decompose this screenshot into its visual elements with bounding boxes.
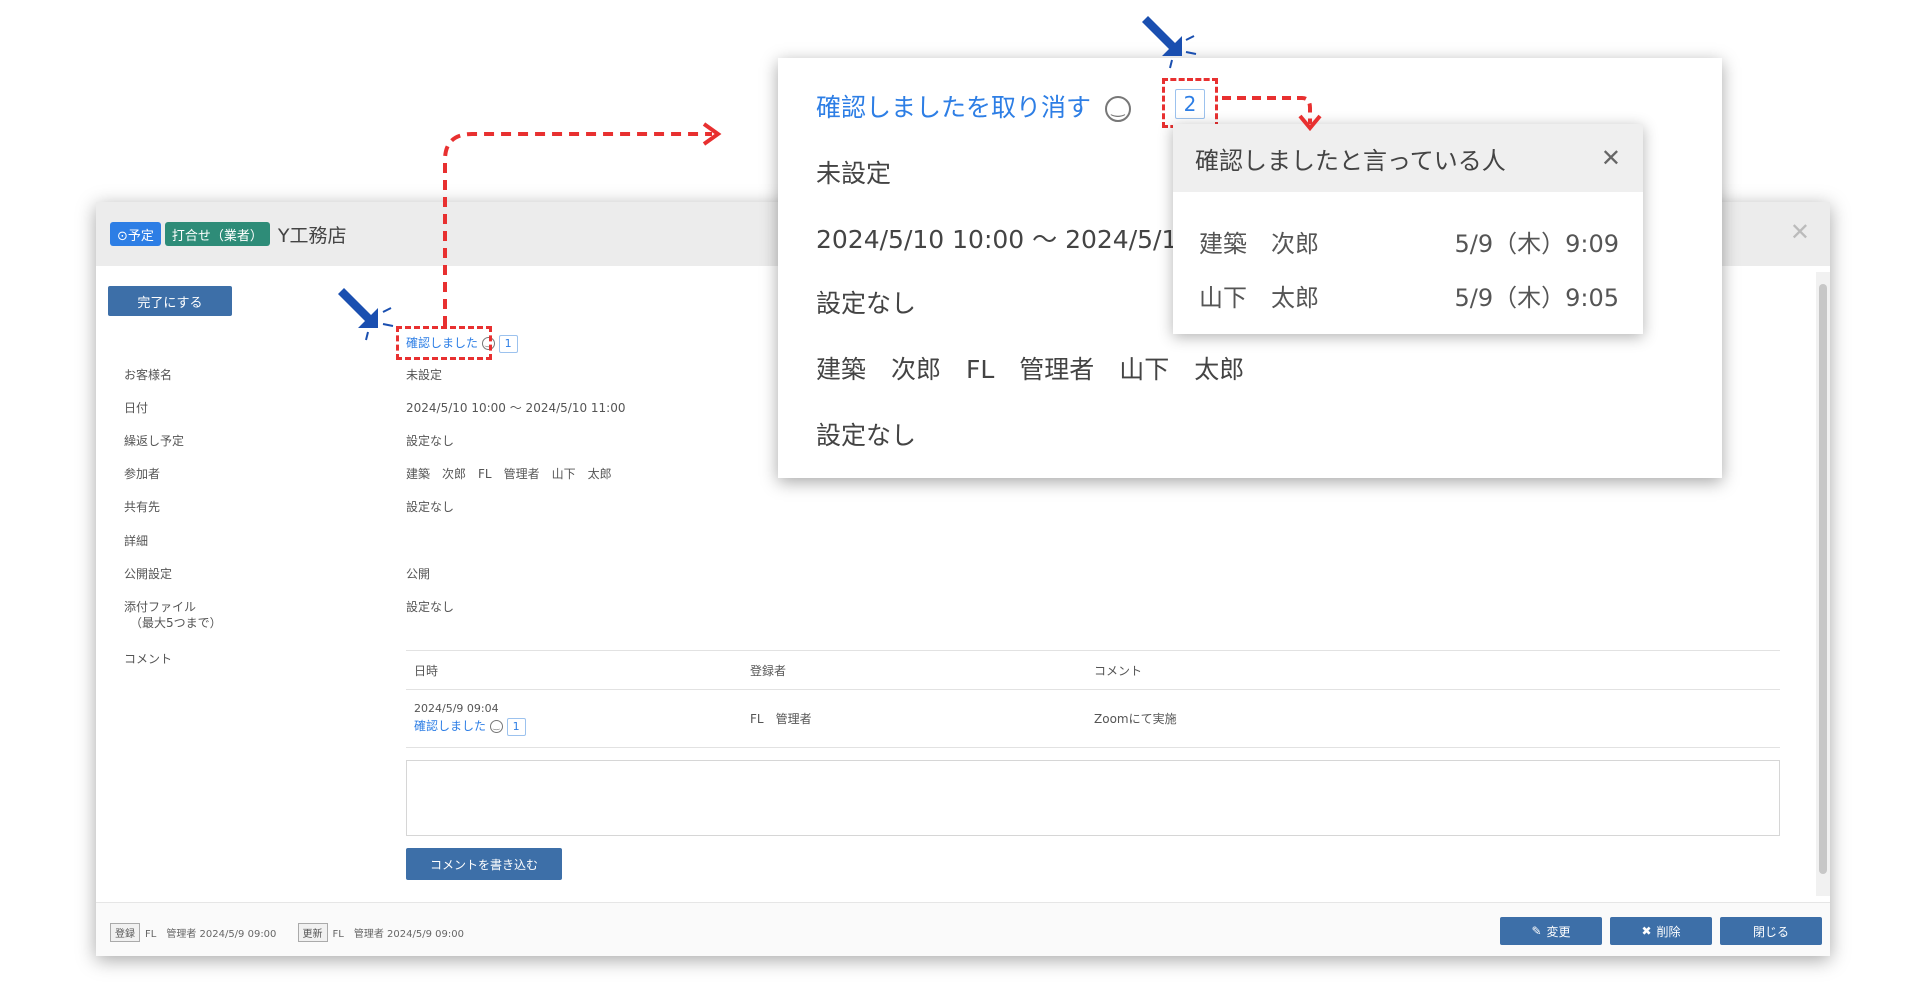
footer-meta: 登録 FL 管理者 2024/5/9 09:00 更新 FL 管理者 2024/5/… [110,922,480,942]
highlight-box [396,326,492,360]
complete-button[interactable]: 完了にする [108,286,232,316]
header-author: 登録者 [750,663,787,678]
connector-arrowhead [702,122,722,146]
confirm-count-badge[interactable]: 1 [498,335,518,353]
delete-button[interactable]: ✖ 削除 [1610,917,1712,945]
header-datetime: 日時 [414,663,439,678]
zoom-customer: 未設定 [816,159,892,188]
value-repeat: 設定なし [406,434,455,448]
table-header-row: 日時 登録者 コメント [406,650,1780,690]
schedule-tag: ⊙予定 [110,222,161,246]
comment-table: 日時 登録者 コメント 2024/5/9 09:04 確認しました ‿ 1 FL… [406,650,1780,748]
edit-button-label: 変更 [1546,924,1571,939]
zoom-repeat: 設定なし [816,289,917,318]
confirmers-popover: 確認しましたと言っている人 ✕ 建築 次郎 5/9（木）9:09 山下 太郎 5… [1173,124,1643,334]
comment-submit-button[interactable]: コメントを書き込む [406,848,562,880]
label-comment: コメント [124,652,173,666]
registered-tag: 登録 [110,923,140,942]
label-date: 日付 [124,401,149,415]
edit-icon: ✎ [1531,924,1542,938]
confirmers-header: 確認しましたと言っている人 ✕ [1173,124,1643,192]
label-customer: お客様名 [124,368,173,382]
zoom-confirm-count[interactable]: 2 [1175,89,1205,119]
scrollbar[interactable] [1816,272,1830,896]
confirmer-time: 5/9（木）9:09 [1454,230,1619,258]
delete-button-label: 削除 [1656,924,1681,939]
value-participants: 建築 次郎 FL 管理者 山下 太郎 [406,467,612,481]
cancel-confirm-link[interactable]: 確認しましたを取り消す [816,93,1091,122]
label-visibility: 公開設定 [124,567,173,581]
delete-icon: ✖ [1641,924,1652,938]
header-comment: コメント [1094,663,1143,678]
screenshot-stage: ⊙予定 打合せ（業者） Y工務店 ✕ 完了にする 確認しました ‿ 1 お客様名… [0,0,1920,1000]
value-visibility: 公開 [406,567,431,581]
cell-author: FL 管理者 [750,712,812,726]
edit-button[interactable]: ✎ 変更 [1500,917,1602,945]
scrollbar-thumb[interactable] [1819,284,1827,874]
meeting-type-tag: 打合せ（業者） [164,222,270,246]
close-icon[interactable]: ✕ [1601,144,1621,172]
confirmer-time: 5/9（木）9:05 [1454,284,1619,312]
zoom-share: 設定なし [816,421,917,450]
confirmer-name: 建築 次郎 [1199,230,1319,258]
confirmers-title: 確認しましたと言っている人 [1195,146,1506,175]
label-attachment: 添付ファイル [124,600,197,614]
smile-icon[interactable]: ‿ [489,719,503,733]
row-confirm-link[interactable]: 確認しました [414,719,486,733]
label-share: 共有先 [124,500,161,514]
row-confirm-count[interactable]: 1 [506,717,526,736]
label-detail: 詳細 [124,534,149,548]
close-icon[interactable]: ✕ [1790,218,1810,246]
zoom-date: 2024/5/10 10:00 ～ 2024/5/10 [816,225,1194,254]
row-datetime: 2024/5/9 09:04 [414,701,499,715]
registered-info: FL 管理者 2024/5/9 09:00 [145,929,277,940]
zoom-participants: 建築 次郎 FL 管理者 山下 太郎 [816,355,1245,384]
label-participants: 参加者 [124,467,161,481]
value-customer: 未設定 [406,368,443,382]
value-date: 2024/5/10 10:00 ～ 2024/5/10 11:00 [406,401,626,415]
updated-tag: 更新 [297,923,328,942]
table-row: 2024/5/9 09:04 確認しました ‿ 1 FL 管理者 Zoomにて実… [406,690,1780,748]
value-attachment: 設定なし [406,600,455,614]
modal-title: Y工務店 [277,224,347,247]
zoom-confirm-row: 確認しましたを取り消す ‿ [816,88,1131,124]
cell-datetime: 2024/5/9 09:04 確認しました ‿ 1 [406,702,750,736]
label-repeat: 繰返し予定 [124,434,185,448]
list-item: 山下 太郎 5/9（木）9:05 [1199,278,1619,313]
smile-icon[interactable]: ‿ [1104,96,1131,122]
highlight-box: 2 [1162,78,1218,128]
confirmer-name: 山下 太郎 [1199,284,1319,312]
row-confirm-row: 確認しました ‿ 1 [414,717,750,736]
list-item: 建築 次郎 5/9（木）9:09 [1199,224,1619,259]
modal-footer: 登録 FL 管理者 2024/5/9 09:00 更新 FL 管理者 2024/5/… [96,902,1830,956]
updated-info: FL 管理者 2024/5/9 09:00 [332,929,464,940]
cell-comment: Zoomにて実施 [1094,712,1177,726]
value-share: 設定なし [406,500,455,514]
close-button[interactable]: 閉じる [1720,917,1822,945]
comment-input[interactable] [406,760,1780,836]
label-attachment-limit: （最大5つまで） [130,616,222,630]
